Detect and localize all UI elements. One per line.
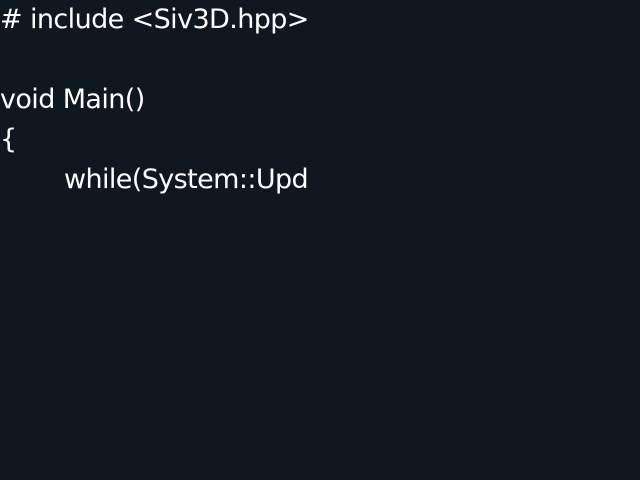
code-line-main-signature: void Main(): [0, 84, 145, 115]
code-canvas[interactable]: # include <Siv3D.hpp> void Main() { whil…: [0, 0, 640, 480]
code-line-include: # include <Siv3D.hpp>: [0, 4, 309, 35]
code-line-open-brace: {: [0, 124, 17, 155]
code-line-while: while(System::Upd: [64, 164, 309, 195]
